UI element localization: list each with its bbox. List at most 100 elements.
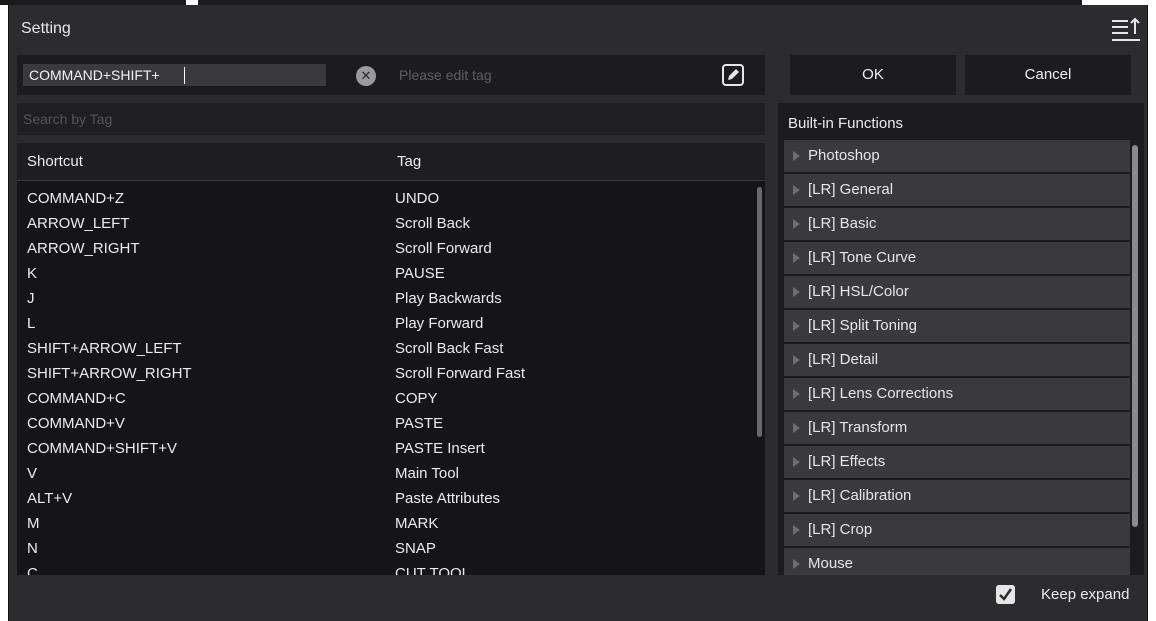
disclosure-triangle-icon[interactable] — [793, 185, 800, 195]
function-group-label: [LR] Calibration — [808, 487, 912, 504]
function-group-label: [LR] Lens Corrections — [808, 385, 954, 402]
disclosure-triangle-icon[interactable] — [793, 151, 800, 161]
table-row[interactable]: COMMAND+V PASTE — [17, 412, 757, 437]
disclosure-triangle-icon[interactable] — [793, 559, 800, 569]
table-row[interactable]: N SNAP — [17, 537, 757, 562]
shortcut-cell: V — [27, 465, 38, 482]
table-row[interactable]: C CUT TOOL — [17, 562, 757, 575]
table-row[interactable]: SHIFT+ARROW_RIGHT Scroll Forward Fast — [17, 362, 757, 387]
search-bar — [17, 103, 765, 135]
function-group-lr-general[interactable]: [LR] General — [784, 174, 1130, 206]
tag-cell: Scroll Back — [395, 215, 471, 232]
disclosure-triangle-icon[interactable] — [793, 355, 800, 365]
function-group-lr-tone-curve[interactable]: [LR] Tone Curve — [784, 242, 1130, 274]
shortcut-table: Shortcut Tag COMMAND+Z UNDO ARROW_LEFT Scr… — [17, 143, 765, 575]
function-group-lr-effects[interactable]: [LR] Effects — [784, 446, 1130, 478]
keep-expand-checkbox[interactable] — [996, 585, 1015, 604]
function-group-label: [LR] Split Toning — [808, 317, 917, 334]
disclosure-triangle-icon[interactable] — [793, 491, 800, 501]
disclosure-triangle-icon[interactable] — [793, 525, 800, 535]
function-group-lr-hsl-color[interactable]: [LR] HSL/Color — [784, 276, 1130, 308]
tag-cell: Paste Attributes — [395, 490, 501, 507]
function-group-lr-crop[interactable]: [LR] Crop — [784, 514, 1130, 546]
table-row[interactable]: ALT+V Paste Attributes — [17, 487, 757, 512]
table-row[interactable]: J Play Backwards — [17, 287, 757, 312]
edit-icon[interactable] — [721, 63, 745, 87]
disclosure-triangle-icon[interactable] — [793, 253, 800, 263]
function-group-lr-lens-corrections[interactable]: [LR] Lens Corrections — [784, 378, 1130, 410]
function-group-lr-calibration[interactable]: [LR] Calibration — [784, 480, 1130, 512]
table-row[interactable]: ARROW_LEFT Scroll Back — [17, 212, 757, 237]
disclosure-triangle-icon[interactable] — [793, 219, 800, 229]
shortcut-cell: SHIFT+ARROW_LEFT — [27, 340, 182, 357]
function-group-label: [LR] Transform — [808, 419, 908, 436]
built-in-functions-panel: Built-in Functions Photoshop [LR] Genera… — [778, 103, 1144, 575]
shortcut-cell: M — [27, 515, 40, 532]
tag-cell: PAUSE — [395, 265, 445, 282]
disclosure-triangle-icon[interactable] — [793, 423, 800, 433]
disclosure-triangle-icon[interactable] — [793, 457, 800, 467]
disclosure-triangle-icon[interactable] — [793, 389, 800, 399]
table-row[interactable]: COMMAND+SHIFT+V PASTE Insert — [17, 437, 757, 462]
tag-cell: Main Tool — [395, 465, 459, 482]
tag-cell: SNAP — [395, 540, 436, 557]
column-header-tag[interactable]: Tag — [397, 153, 421, 170]
tag-cell: COPY — [395, 390, 438, 407]
shortcut-cell: COMMAND+V — [27, 415, 125, 432]
table-row[interactable]: L Play Forward — [17, 312, 757, 337]
function-group-label: Photoshop — [808, 147, 880, 164]
tag-cell: UNDO — [395, 190, 440, 207]
keep-expand-label[interactable]: Keep expand — [1041, 586, 1129, 603]
table-row[interactable]: COMMAND+Z UNDO — [17, 187, 757, 212]
function-group-lr-transform[interactable]: [LR] Transform — [784, 412, 1130, 444]
function-group-label: [LR] HSL/Color — [808, 283, 909, 300]
function-group-lr-split-toning[interactable]: [LR] Split Toning — [784, 310, 1130, 342]
tag-input[interactable] — [393, 64, 703, 86]
tag-cell: PASTE — [395, 415, 444, 432]
clear-icon[interactable]: ✕ — [356, 66, 376, 86]
function-group-lr-basic[interactable]: [LR] Basic — [784, 208, 1130, 240]
table-row[interactable]: SHIFT+ARROW_LEFT Scroll Back Fast — [17, 337, 757, 362]
tag-cell: Scroll Back Fast — [395, 340, 504, 357]
function-group-lr-detail[interactable]: [LR] Detail — [784, 344, 1130, 376]
function-group-label: [LR] Detail — [808, 351, 879, 368]
settings-window: Setting ✕ OK Cancel Shortcut Tag COMMAND… — [8, 5, 1148, 621]
functions-list: Photoshop [LR] General [LR] Basic [LR] T… — [784, 140, 1130, 575]
function-group-label: [LR] General — [808, 181, 894, 198]
tag-cell: MARK — [395, 515, 439, 532]
sort-icon[interactable] — [1110, 16, 1142, 44]
text-caret — [184, 67, 185, 84]
cancel-button[interactable]: Cancel — [965, 55, 1131, 95]
table-header: Shortcut Tag — [17, 143, 765, 181]
table-rows: COMMAND+Z UNDO ARROW_LEFT Scroll Back ARRO… — [17, 187, 757, 575]
disclosure-triangle-icon[interactable] — [793, 321, 800, 331]
table-row[interactable]: COMMAND+C COPY — [17, 387, 757, 412]
tag-cell: PASTE Insert — [395, 440, 485, 457]
function-group-mouse[interactable]: Mouse — [784, 548, 1130, 575]
disclosure-triangle-icon[interactable] — [793, 287, 800, 297]
function-group-label: [LR] Tone Curve — [808, 249, 917, 266]
shortcut-cell: SHIFT+ARROW_RIGHT — [27, 365, 192, 382]
table-row[interactable]: ARROW_RIGHT Scroll Forward — [17, 237, 757, 262]
table-row[interactable]: V Main Tool — [17, 462, 757, 487]
shortcut-cell: ARROW_RIGHT — [27, 240, 140, 257]
shortcut-cell: L — [27, 315, 36, 332]
shortcut-cell: J — [27, 290, 35, 307]
shortcut-cell: ARROW_LEFT — [27, 215, 130, 232]
column-header-shortcut[interactable]: Shortcut — [27, 153, 83, 170]
search-input[interactable] — [23, 108, 753, 130]
function-group-photoshop[interactable]: Photoshop — [784, 140, 1130, 172]
shortcut-cell: N — [27, 540, 38, 557]
shortcut-cell: C — [27, 565, 38, 575]
table-row[interactable]: K PAUSE — [17, 262, 757, 287]
tag-cell: Scroll Forward Fast — [395, 365, 526, 382]
shortcut-cell: ALT+V — [27, 490, 73, 507]
shortcut-cell: COMMAND+SHIFT+V — [27, 440, 178, 457]
shortcut-cell: K — [27, 265, 38, 282]
functions-scrollbar[interactable] — [1132, 145, 1138, 527]
ok-button[interactable]: OK — [790, 55, 956, 95]
table-scrollbar[interactable] — [757, 187, 762, 437]
table-row[interactable]: M MARK — [17, 512, 757, 537]
shortcut-input[interactable] — [23, 64, 326, 86]
shortcut-editor: ✕ — [17, 55, 765, 95]
